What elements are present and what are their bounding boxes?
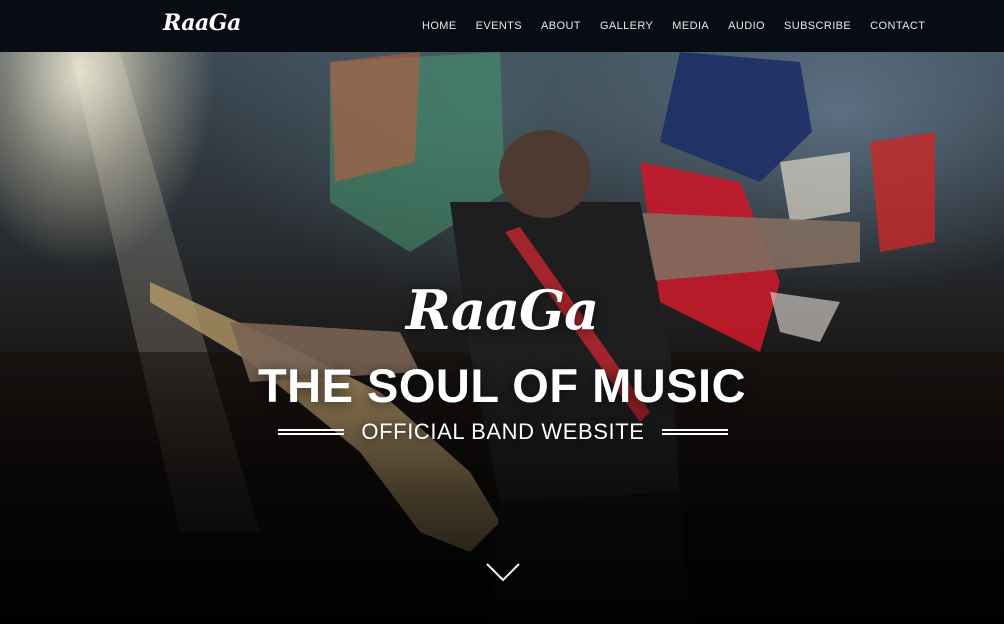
hero-subtitle-row: OFFICIAL BAND WEBSITE xyxy=(278,418,728,446)
nav-item-audio[interactable]: AUDIO xyxy=(728,20,765,32)
nav-item-events[interactable]: EVENTS xyxy=(476,20,522,32)
chevron-down-icon xyxy=(486,563,520,582)
flag-red-right xyxy=(870,132,935,252)
hero-subtitle: OFFICIAL BAND WEBSITE xyxy=(361,419,645,444)
site-logo[interactable]: RaaGa xyxy=(163,10,241,36)
flag-white xyxy=(780,152,850,222)
nav-item-about[interactable]: ABOUT xyxy=(541,20,581,32)
nav-item-home[interactable]: HOME xyxy=(422,20,457,32)
flag-orange xyxy=(330,52,420,182)
main-menu: HOME EVENTS ABOUT GALLERY MEDIA AUDIO SU… xyxy=(422,0,925,52)
nav-item-gallery[interactable]: GALLERY xyxy=(600,20,653,32)
hero-logo: RaaGa xyxy=(405,278,599,342)
nav-item-subscribe[interactable]: SUBSCRIBE xyxy=(784,20,851,32)
decorative-double-line-left xyxy=(278,429,344,435)
nav-item-contact[interactable]: CONTACT xyxy=(870,20,925,32)
top-navigation-bar: RaaGa HOME EVENTS ABOUT GALLERY MEDIA AU… xyxy=(0,0,1004,52)
nav-item-media[interactable]: MEDIA xyxy=(672,20,709,32)
hero-banner: RaaGa THE SOUL OF MUSIC OFFICIAL BAND WE… xyxy=(0,52,1004,624)
decorative-double-line-right xyxy=(662,429,728,435)
scroll-down-button[interactable] xyxy=(485,560,521,584)
hero-headline: THE SOUL OF MUSIC xyxy=(257,359,747,412)
